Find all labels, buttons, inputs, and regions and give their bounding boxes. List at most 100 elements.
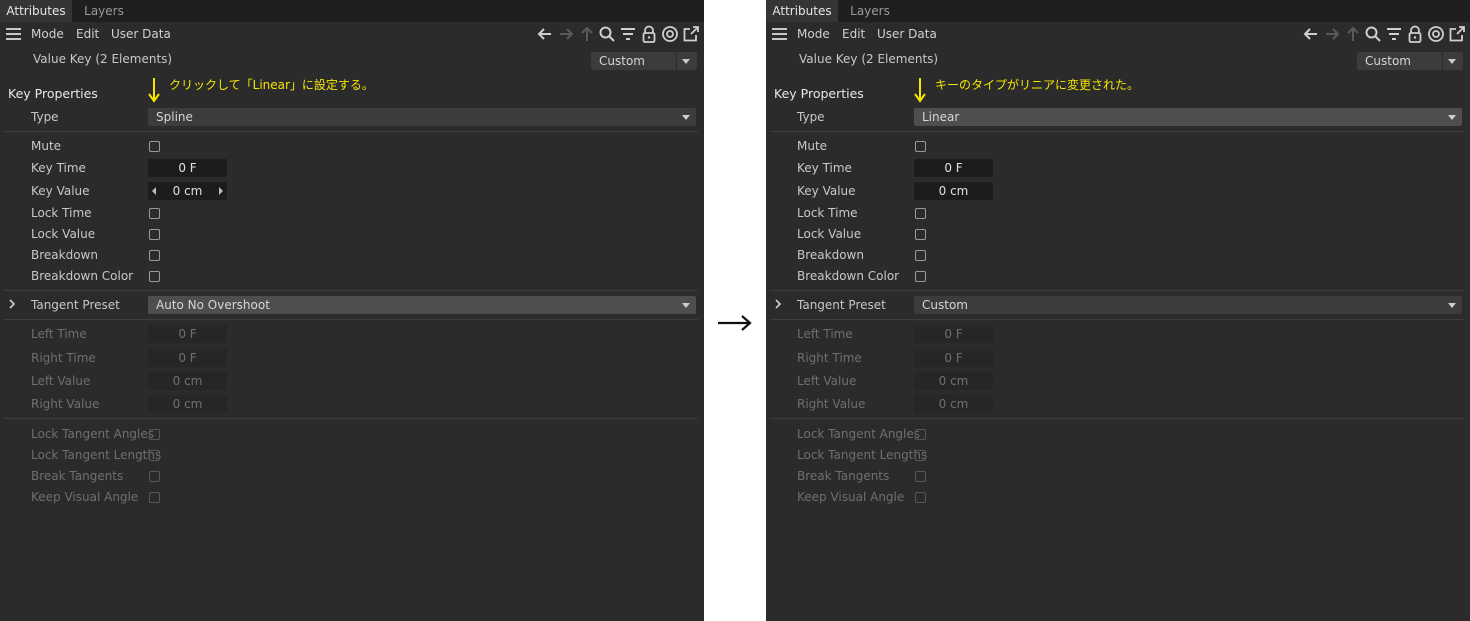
left-time-value: 0 F (178, 327, 197, 341)
menu-user-data[interactable]: User Data (877, 22, 937, 46)
breakdown-color-label: Breakdown Color (31, 269, 134, 283)
left-value-field: 0 cm (914, 372, 993, 390)
tangent-preset-select[interactable]: Auto No Overshoot (148, 296, 696, 314)
left-value-value: 0 cm (938, 374, 969, 388)
left-value-label: Left Value (797, 374, 857, 388)
type-select[interactable]: Linear (914, 108, 1462, 126)
menu-bar: Mode Edit User Data (0, 22, 704, 46)
tangent-preset-label: Tangent Preset (797, 298, 886, 312)
tab-attributes[interactable]: Attributes (0, 0, 72, 22)
search-icon[interactable] (598, 25, 616, 43)
mute-checkbox[interactable] (149, 141, 160, 152)
lock-time-checkbox[interactable] (149, 208, 160, 219)
tangent-preset-value: Auto No Overshoot (156, 298, 270, 312)
back-arrow-icon[interactable] (536, 25, 554, 43)
left-time-field: 0 F (914, 325, 993, 343)
down-arrow-annotation-icon (914, 78, 926, 103)
chevron-down-icon (1448, 303, 1456, 308)
lock-icon[interactable] (1406, 25, 1424, 43)
breakdown-checkbox[interactable] (915, 250, 926, 261)
type-select-value: Linear (922, 110, 960, 124)
mute-label: Mute (797, 139, 828, 153)
target-icon[interactable] (1427, 25, 1445, 43)
break-tangents-checkbox (915, 471, 926, 482)
divider (770, 319, 1464, 320)
up-arrow-icon[interactable] (578, 25, 596, 43)
left-time-value: 0 F (944, 327, 963, 341)
chevron-down-icon (1448, 59, 1456, 64)
target-icon[interactable] (661, 25, 679, 43)
back-arrow-icon[interactable] (1302, 25, 1320, 43)
right-time-label: Right Time (31, 351, 96, 365)
chevron-right-icon[interactable] (8, 298, 16, 310)
forward-arrow-icon[interactable] (557, 25, 575, 43)
break-tangents-label: Break Tangents (31, 469, 124, 483)
lock-value-checkbox[interactable] (915, 229, 926, 240)
tangent-preset-value: Custom (922, 298, 968, 312)
hamburger-menu-icon[interactable] (772, 28, 787, 40)
group-title: Key Properties (8, 86, 98, 101)
breakdown-label: Breakdown (797, 248, 864, 262)
lock-tangent-lengths-checkbox (149, 450, 160, 461)
breakdown-color-checkbox[interactable] (915, 271, 926, 282)
chevron-down-icon (682, 115, 690, 120)
toolbar-icons (536, 25, 702, 43)
lock-value-checkbox[interactable] (149, 229, 160, 240)
keep-visual-angle-label: Keep Visual Angle (31, 490, 139, 504)
chevron-down-icon (682, 303, 690, 308)
filter-icon[interactable] (619, 25, 637, 43)
chevron-right-icon[interactable] (774, 298, 782, 310)
divider (4, 319, 698, 320)
hamburger-menu-icon[interactable] (6, 28, 21, 40)
lock-time-label: Lock Time (31, 206, 92, 220)
key-time-field[interactable]: 0 F (914, 159, 993, 177)
menu-mode[interactable]: Mode (797, 22, 830, 46)
mode-select-value: Custom (599, 54, 645, 68)
left-time-label: Left Time (31, 327, 87, 341)
filter-icon[interactable] (1385, 25, 1403, 43)
menu-user-data[interactable]: User Data (111, 22, 171, 46)
key-time-label: Key Time (797, 161, 852, 175)
mode-select[interactable]: Custom (1357, 52, 1463, 70)
divider (4, 290, 698, 291)
tab-bar: Attributes Layers (766, 0, 1470, 22)
new-window-icon[interactable] (682, 25, 700, 43)
key-time-field[interactable]: 0 F (148, 159, 227, 177)
left-value-label: Left Value (31, 374, 91, 388)
mute-checkbox[interactable] (915, 141, 926, 152)
new-window-icon[interactable] (1448, 25, 1466, 43)
forward-arrow-icon[interactable] (1323, 25, 1341, 43)
selection-label: Value Key (2 Elements) (799, 52, 939, 66)
selection-label: Value Key (2 Elements) (33, 52, 173, 66)
breakdown-checkbox[interactable] (149, 250, 160, 261)
tab-layers[interactable]: Layers (844, 0, 896, 22)
breakdown-color-checkbox[interactable] (149, 271, 160, 282)
lock-tangent-angles-checkbox (149, 429, 160, 440)
lock-time-checkbox[interactable] (915, 208, 926, 219)
break-tangents-label: Break Tangents (797, 469, 890, 483)
menu-bar: Mode Edit User Data (766, 22, 1470, 46)
lock-value-label: Lock Value (797, 227, 862, 241)
right-time-field: 0 F (148, 349, 227, 367)
type-label: Type (797, 110, 825, 124)
tab-attributes[interactable]: Attributes (766, 0, 838, 22)
type-label: Type (31, 110, 59, 124)
lock-icon[interactable] (640, 25, 658, 43)
menu-edit[interactable]: Edit (76, 22, 99, 46)
key-value-field[interactable]: 0 cm (914, 182, 993, 200)
up-arrow-icon[interactable] (1344, 25, 1362, 43)
attributes-panel-after: Attributes Layers Mode Edit User Data Va… (766, 0, 1470, 621)
menu-mode[interactable]: Mode (31, 22, 64, 46)
increment-arrow-icon[interactable] (219, 187, 223, 195)
search-icon[interactable] (1364, 25, 1382, 43)
tangent-preset-select[interactable]: Custom (914, 296, 1462, 314)
tab-layers[interactable]: Layers (78, 0, 130, 22)
type-select[interactable]: Spline (148, 108, 696, 126)
key-value-field[interactable]: 0 cm (148, 182, 227, 200)
group-title: Key Properties (774, 86, 864, 101)
left-value-field: 0 cm (148, 372, 227, 390)
toolbar-icons (1302, 25, 1468, 43)
menu-edit[interactable]: Edit (842, 22, 865, 46)
keep-visual-angle-checkbox (149, 492, 160, 503)
mode-select[interactable]: Custom (591, 52, 697, 70)
